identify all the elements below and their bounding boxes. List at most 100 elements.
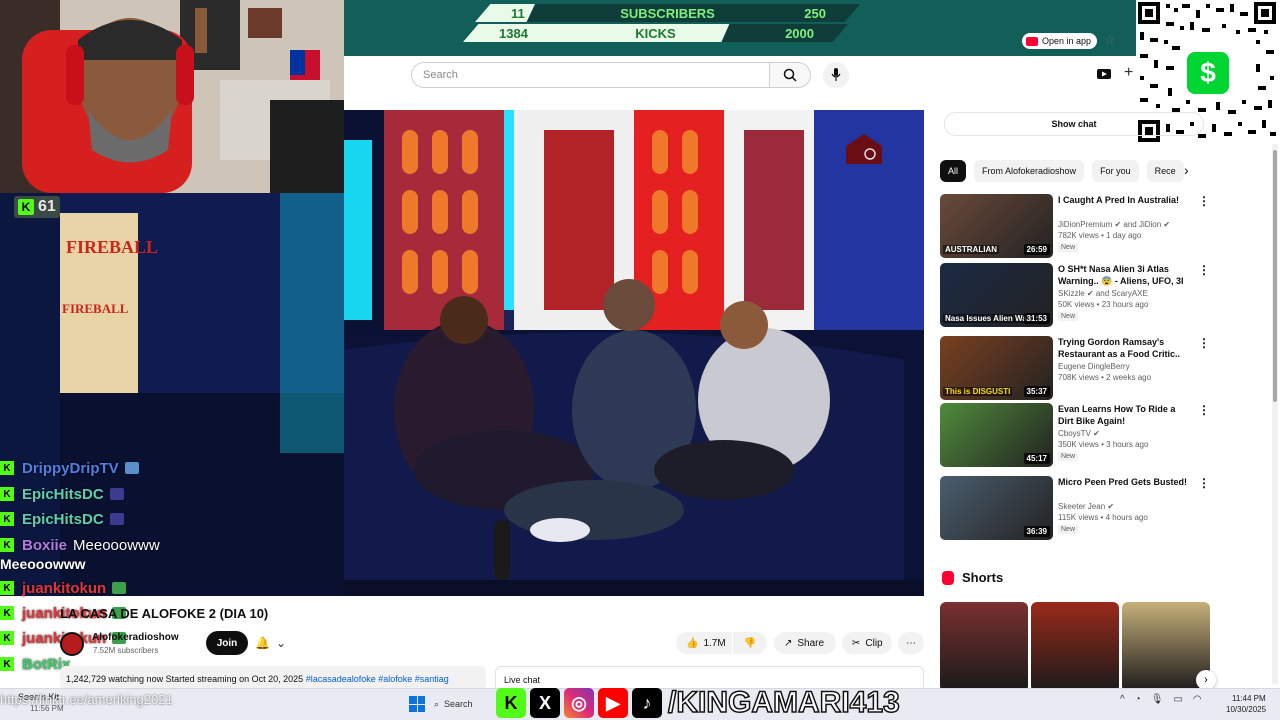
- video-thumbnail[interactable]: Nasa Issues Alien Warr 31:53: [940, 263, 1053, 327]
- more-vertical-icon[interactable]: ⋮: [1198, 403, 1210, 417]
- chat-username[interactable]: EpicHitsDC: [22, 486, 104, 503]
- kick-badge-icon: K: [0, 487, 14, 501]
- voice-search-button[interactable]: [823, 62, 849, 88]
- recommendation-meta: 350K views • 3 hours ago: [1058, 440, 1149, 449]
- dislike-button[interactable]: 👎: [733, 632, 767, 654]
- channel-avatar[interactable]: [60, 632, 84, 656]
- video-duration: 26:59: [1023, 244, 1050, 255]
- short-thumbnail[interactable]: [1031, 602, 1119, 692]
- cashapp-logo-icon: $: [1187, 52, 1229, 94]
- recommendation-channel[interactable]: SKizzle ✔ and ScaryAXE: [1058, 289, 1148, 298]
- display-icon[interactable]: ▭: [1173, 694, 1182, 705]
- taskbar-search[interactable]: ⌕ Search: [434, 694, 492, 714]
- chat-emote-icon: [124, 462, 139, 474]
- svg-text:FIREBALL: FIREBALL: [62, 301, 129, 316]
- video-player[interactable]: [344, 110, 924, 596]
- chip-for-you[interactable]: For you: [1092, 160, 1139, 182]
- filter-chips: All From Alofokeradioshow For you Rece: [940, 160, 1184, 182]
- recommendation-title[interactable]: I Caught A Pred In Australia!: [1058, 194, 1190, 206]
- windows-start-icon[interactable]: [409, 696, 425, 712]
- recommendation-card[interactable]: Nasa Issues Alien Warr 31:53 O SH*t Nasa A…: [940, 263, 1210, 327]
- recommendation-channel[interactable]: Skeeter Jean ✔: [1058, 502, 1114, 511]
- chevron-up-icon[interactable]: ^: [1120, 694, 1125, 705]
- recommendation-title[interactable]: O SH*t Nasa Alien 3i Atlas Warning.. 😨 -…: [1058, 263, 1190, 287]
- share-button[interactable]: ↗ Share: [774, 632, 836, 654]
- recommendation-card[interactable]: AUSTRALIAN 26:59 I Caught A Pred In Austra…: [940, 194, 1210, 258]
- open-in-app-button[interactable]: Open in app: [1022, 33, 1098, 49]
- clip-button[interactable]: ✂ Clip: [842, 632, 892, 654]
- youtube-logo-icon: [1026, 36, 1038, 46]
- more-actions-button[interactable]: ⋯: [898, 632, 924, 654]
- microphone-icon: [831, 68, 841, 81]
- chat-username[interactable]: EpicHitsDC: [22, 511, 104, 528]
- webcam-feed: [0, 0, 344, 193]
- description-box[interactable]: 1,242,729 watching now Started streaming…: [60, 666, 486, 690]
- bookmark-star-icon[interactable]: ☆: [1104, 32, 1116, 48]
- watching-count: 1,242,729 watching now: [66, 674, 164, 684]
- chat-message: K EpicHitsDC: [0, 484, 124, 504]
- tiktok-logo-icon: ♪: [632, 688, 662, 718]
- chat-message: K Boxiie Meeooowww: [0, 535, 160, 555]
- chip-from-channel[interactable]: From Alofokeradioshow: [974, 160, 1085, 182]
- recommendation-title[interactable]: Evan Learns How To Ride a Dirt Bike Agai…: [1058, 403, 1190, 427]
- chat-message: Kjuankitokun: [0, 578, 127, 598]
- search-input[interactable]: Search: [411, 62, 770, 88]
- kick-badge-icon: K: [0, 581, 14, 595]
- video-duration: 36:39: [1023, 526, 1050, 537]
- thumbs-up-icon: 👍: [686, 637, 699, 649]
- clock-date[interactable]: 10/30/2025: [1226, 705, 1266, 714]
- scrollbar-thumb[interactable]: [1273, 150, 1277, 402]
- recommendation-channel[interactable]: JiDionPremium ✔ and JiDion ✔: [1058, 220, 1170, 229]
- kick-badge-icon: K: [0, 512, 14, 526]
- video-thumbnail[interactable]: 45:17: [940, 403, 1053, 467]
- video-frame: [344, 110, 924, 596]
- kick-badge-icon: K: [0, 657, 14, 671]
- more-vertical-icon[interactable]: ⋮: [1198, 476, 1210, 490]
- search-icon: ⌕: [434, 698, 440, 709]
- channel-name[interactable]: Alofokeradioshow: [92, 632, 179, 643]
- video-thumbnail[interactable]: 36:39: [940, 476, 1053, 540]
- join-button[interactable]: Join: [206, 631, 248, 655]
- recommendation-title[interactable]: Micro Peen Pred Gets Busted!: [1058, 476, 1190, 488]
- recommendation-card[interactable]: 36:39 Micro Peen Pred Gets Busted! Skeeter…: [940, 476, 1210, 540]
- social-handle: /KINGAMARI413: [667, 685, 900, 720]
- more-vertical-icon[interactable]: ⋮: [1198, 263, 1210, 277]
- kicks-goal-bar: 1384 KICKS 2000: [463, 24, 848, 42]
- chat-username[interactable]: juankitokun: [22, 580, 106, 597]
- recommendation-channel[interactable]: Eugene DingleBerry: [1058, 362, 1130, 371]
- chat-username[interactable]: Boxiie: [22, 537, 67, 554]
- stream-screen: FIREBALL FIREBALL K 61 11 SUBSCRIBERS 25…: [0, 0, 1280, 720]
- shorts-next-button[interactable]: ›: [1196, 670, 1216, 690]
- notification-bell-button[interactable]: 🔔 ⌄: [255, 633, 297, 653]
- more-vertical-icon[interactable]: ⋮: [1198, 336, 1210, 350]
- create-icon[interactable]: [1097, 67, 1111, 81]
- clock-time[interactable]: 11:44 PM: [1232, 694, 1266, 703]
- plus-icon[interactable]: +: [1124, 64, 1133, 82]
- chip-all[interactable]: All: [940, 160, 967, 182]
- recommendation-channel[interactable]: CboysTV ✔: [1058, 429, 1100, 438]
- video-thumbnail[interactable]: AUSTRALIAN 26:59: [940, 194, 1053, 258]
- recommendation-card[interactable]: This is DISGUSTI 35:37 Trying Gordon Ramsa…: [940, 336, 1210, 400]
- channel-subscriber-count: 7.52M subscribers: [93, 646, 159, 655]
- description-tags[interactable]: #lacasadealofoke #alofoke #santiag: [306, 674, 449, 684]
- search-button[interactable]: [769, 62, 811, 88]
- chat-username[interactable]: DrippyDripTV: [22, 460, 119, 477]
- video-thumbnail[interactable]: This is DISGUSTI 35:37: [940, 336, 1053, 400]
- show-chat-button[interactable]: Show chat: [944, 112, 1204, 136]
- video-duration: 35:37: [1023, 386, 1050, 397]
- shorts-header: Shorts: [942, 570, 1003, 585]
- kick-logo-icon: K: [496, 688, 526, 718]
- recommendation-title[interactable]: Trying Gordon Ramsay's Restaurant as a F…: [1058, 336, 1190, 360]
- wifi-icon[interactable]: ◠: [1193, 694, 1202, 705]
- short-thumbnail[interactable]: [940, 602, 1028, 692]
- video-duration: 31:53: [1023, 313, 1050, 324]
- more-vertical-icon[interactable]: ⋮: [1198, 194, 1210, 208]
- chip-recent[interactable]: Rece: [1146, 160, 1184, 182]
- chevron-right-icon: ›: [1204, 674, 1208, 686]
- kick-badge-icon: K: [0, 461, 14, 475]
- microphone-icon[interactable]: 🎙: [1151, 694, 1164, 705]
- like-button[interactable]: 👍 1.7M: [676, 632, 732, 654]
- chevron-right-icon[interactable]: ›: [1184, 162, 1189, 178]
- recommendation-card[interactable]: 45:17 Evan Learns How To Ride a Dirt Bike…: [940, 403, 1210, 467]
- network-icon[interactable]: ◔: [1135, 694, 1141, 705]
